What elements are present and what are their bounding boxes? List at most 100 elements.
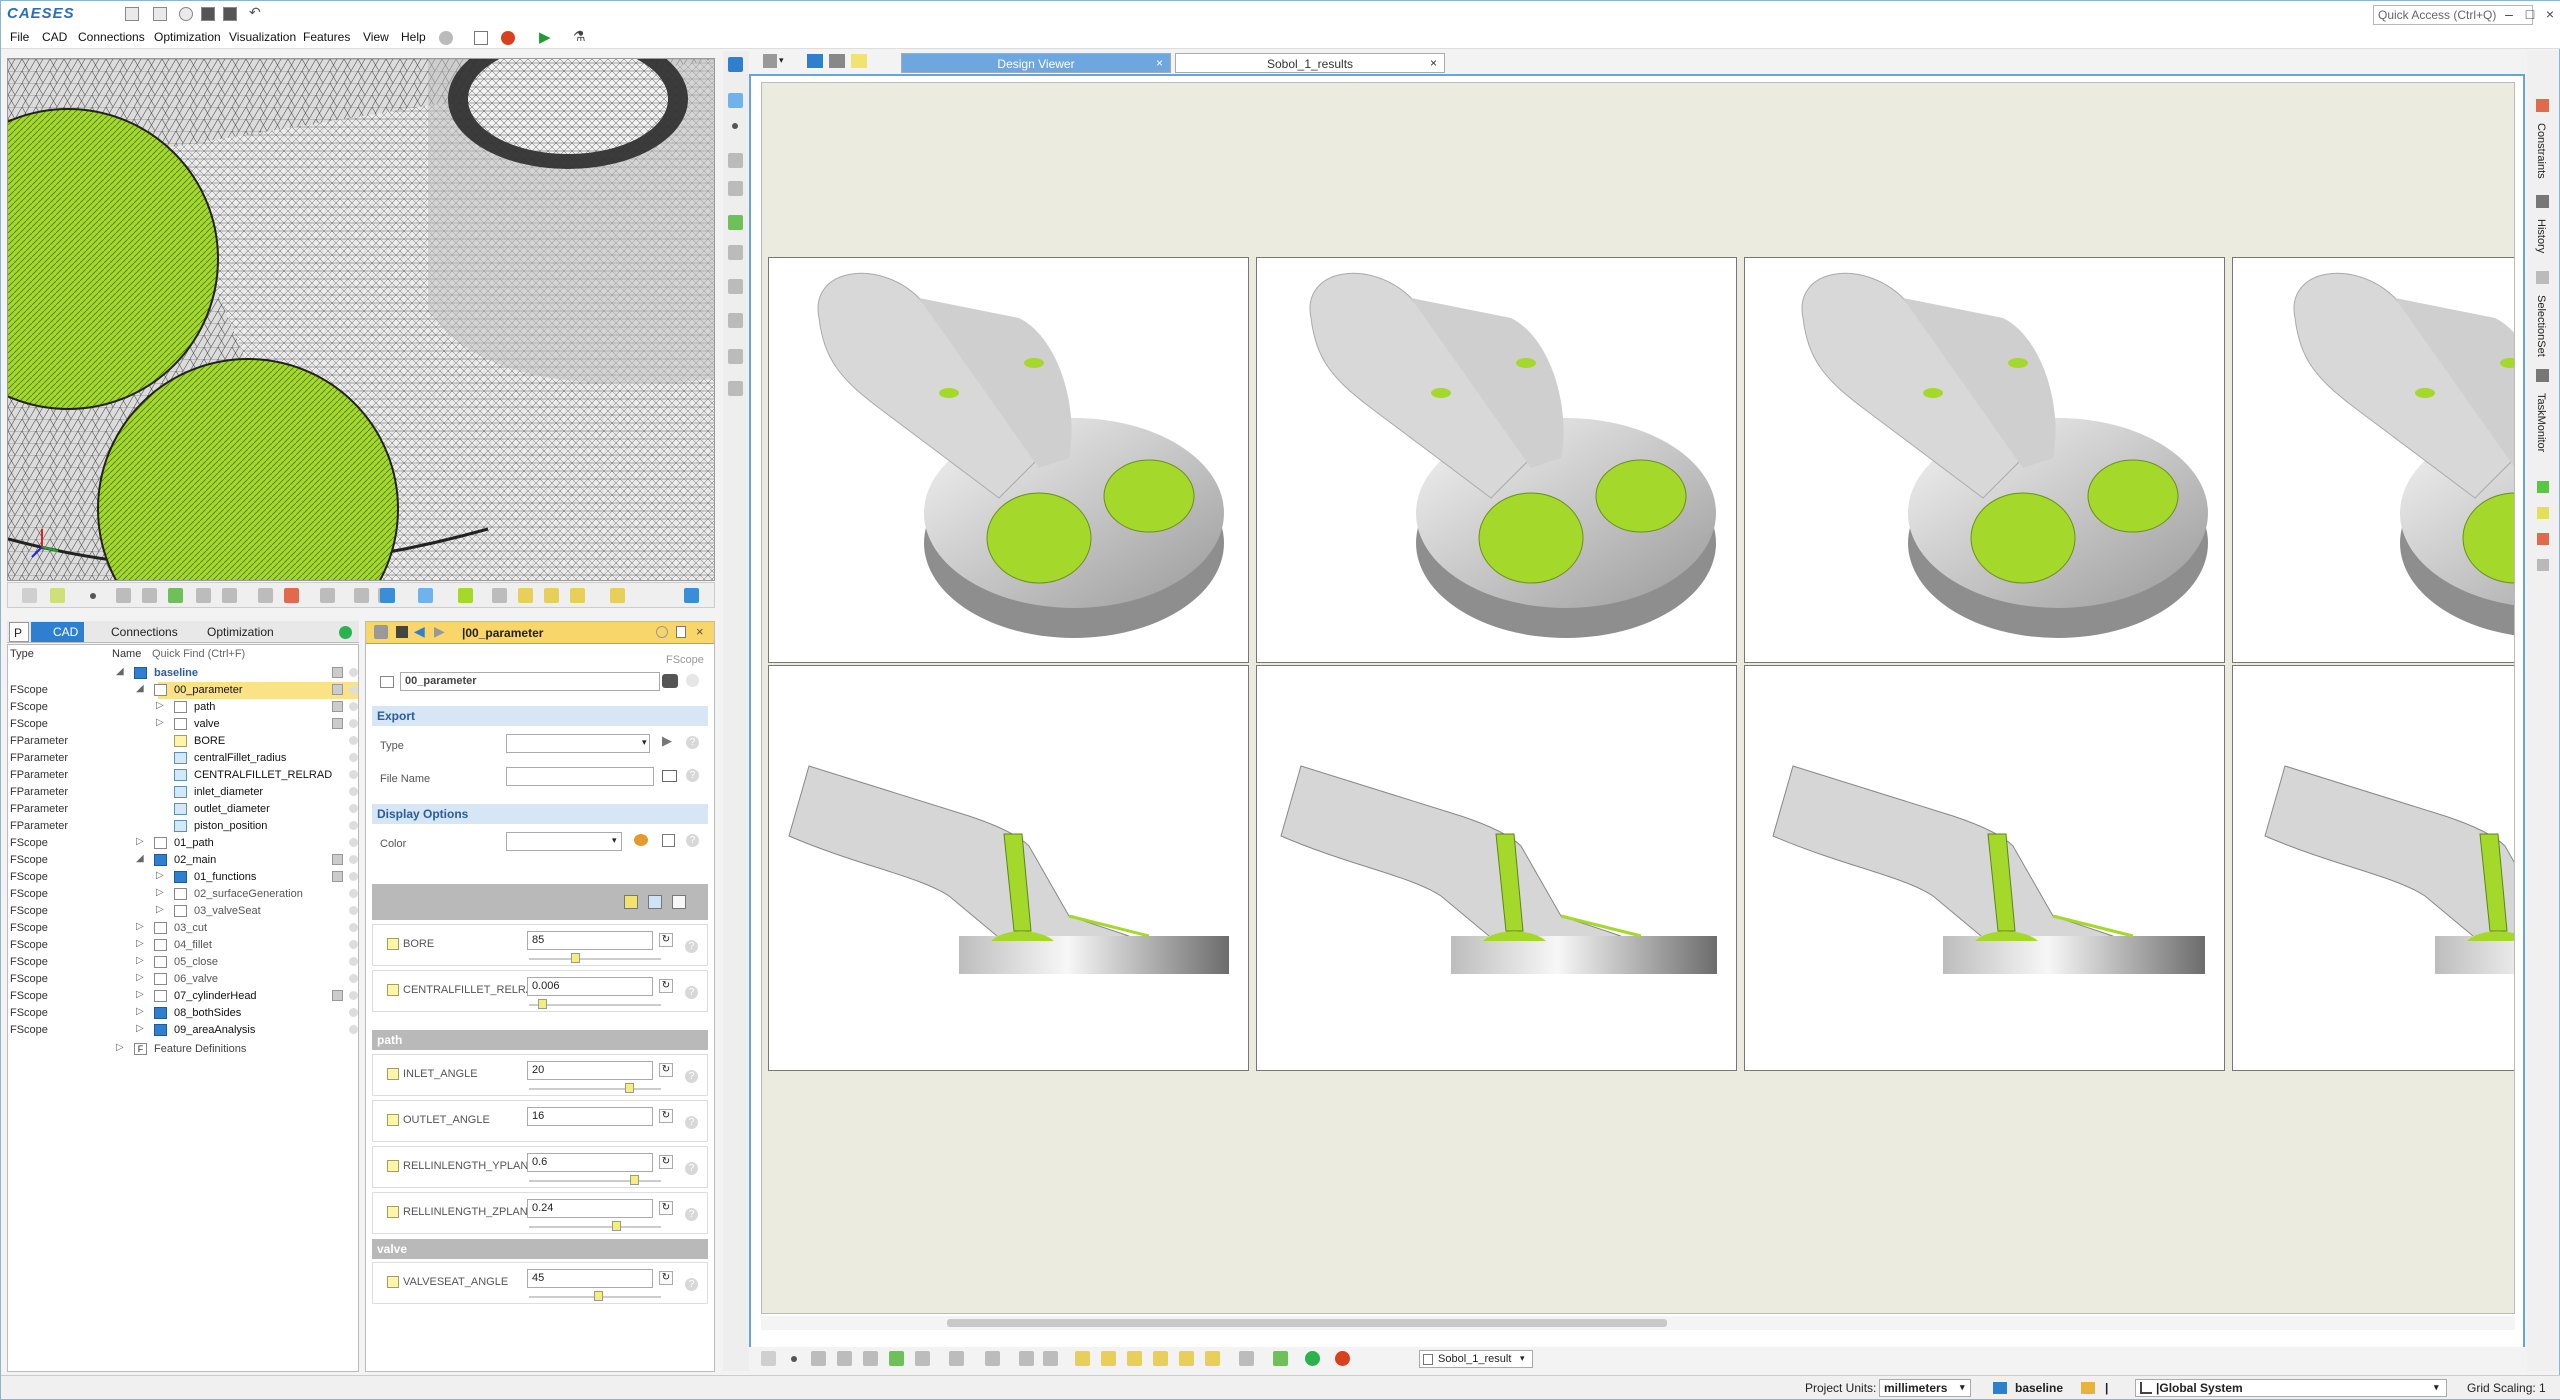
minimize-icon[interactable]: – — [2500, 5, 2518, 23]
expand-arrow-icon[interactable]: ▷ — [136, 972, 144, 983]
point-icon[interactable] — [732, 123, 738, 129]
tab-connections[interactable]: Connections — [89, 622, 184, 642]
slider-track[interactable] — [529, 1088, 661, 1090]
expand-arrow-icon[interactable]: ▷ — [156, 904, 164, 915]
curve-icon[interactable] — [811, 1351, 826, 1366]
point-icon[interactable] — [90, 593, 96, 599]
tab-selectionset[interactable]: SelectionSet — [2535, 295, 2547, 357]
slider-handle[interactable] — [594, 1291, 603, 1301]
collapse-arrow-icon[interactable]: ◢ — [136, 853, 144, 864]
help-icon[interactable]: ? — [686, 834, 699, 847]
visibility-toggle[interactable] — [332, 854, 343, 865]
monitor-icon[interactable] — [829, 54, 845, 68]
quick-find-input[interactable]: Quick Find (Ctrl+F) — [152, 648, 245, 660]
design-cell[interactable] — [768, 665, 1249, 1071]
edit-icon[interactable] — [662, 834, 675, 847]
menu-connections[interactable]: Connections — [78, 30, 145, 44]
export-section[interactable]: Export — [372, 706, 708, 726]
view-icon[interactable] — [761, 1351, 776, 1366]
close-icon[interactable]: × — [696, 624, 704, 639]
design-grid[interactable] — [761, 82, 2515, 1314]
tree-row[interactable]: FScope ▷ 01_functions — [8, 869, 358, 886]
tab-taskmonitor[interactable]: TaskMonitor — [2535, 393, 2547, 452]
scroll-thumb[interactable] — [947, 1319, 1667, 1327]
browse-folder-icon[interactable] — [662, 770, 677, 782]
tree-row[interactable]: FScope ▷ valve — [8, 716, 358, 733]
page-icon[interactable] — [676, 626, 686, 638]
tree-row[interactable]: FScope ◢ 02_main — [8, 852, 358, 869]
coordinate-system-select[interactable]: |Global System ▾ — [2135, 1379, 2447, 1397]
transform-icon[interactable] — [728, 381, 743, 396]
tree-row[interactable]: FParameter centralFillet_radius — [8, 750, 358, 767]
angle-icon[interactable] — [1043, 1351, 1058, 1366]
section-icon[interactable] — [728, 279, 743, 294]
valve-section[interactable]: valve — [372, 1239, 708, 1259]
viewer-icon[interactable] — [851, 54, 867, 68]
expand-arrow-icon[interactable]: ▷ — [156, 887, 164, 898]
file-name-input[interactable] — [506, 767, 654, 786]
axis-z-icon[interactable] — [570, 588, 585, 603]
path-section[interactable]: path — [372, 1030, 708, 1050]
layout-icon[interactable] — [763, 54, 777, 68]
tree-row[interactable]: FScope ▷ 04_fillet — [8, 937, 358, 954]
box-icon[interactable] — [492, 588, 507, 603]
menu-help[interactable]: Help — [401, 30, 426, 44]
expand-arrow-icon[interactable]: ▷ — [136, 989, 144, 1000]
tab-cad[interactable]: CAD — [31, 622, 85, 642]
param-edit-icon[interactable] — [672, 895, 686, 909]
tree-row-feature-definitions[interactable]: ▷ F Feature Definitions — [8, 1041, 358, 1058]
expand-arrow-icon[interactable]: ▷ — [136, 955, 144, 966]
help-icon[interactable]: ? — [685, 986, 698, 999]
open-icon[interactable] — [153, 7, 167, 21]
slider-handle[interactable] — [538, 999, 547, 1009]
chevron-down-icon[interactable]: ▾ — [642, 737, 647, 748]
undo-icon[interactable]: ↶ — [249, 4, 263, 20]
flask-icon[interactable]: ⚗ — [573, 28, 586, 45]
rotate-icon[interactable] — [1205, 1351, 1220, 1366]
display-options-section[interactable]: Display Options — [372, 804, 708, 824]
point-icon[interactable] — [791, 1356, 797, 1362]
collapse-arrow-icon[interactable]: ◢ — [136, 683, 144, 694]
tree-row[interactable]: FParameter inlet_diameter — [8, 784, 358, 801]
visibility-toggle[interactable] — [332, 718, 343, 729]
design-cell[interactable] — [1256, 665, 1737, 1071]
parameter-value-input[interactable]: 85 — [527, 931, 653, 950]
shield-icon[interactable] — [354, 588, 369, 603]
tab-p[interactable]: P — [9, 622, 30, 642]
palette-icon[interactable] — [634, 834, 648, 846]
help-icon[interactable]: ? — [685, 1162, 698, 1175]
curve-icon[interactable] — [728, 153, 743, 168]
type-select[interactable] — [506, 734, 650, 753]
folder-icon[interactable] — [2081, 1382, 2095, 1394]
tree-row[interactable]: FScope ◢ 00_parameter — [8, 682, 358, 699]
stop-square-icon[interactable] — [396, 626, 408, 638]
tab-history[interactable]: History — [2535, 219, 2547, 253]
param-view-icon[interactable] — [624, 895, 638, 909]
grid-icon[interactable] — [985, 1351, 1000, 1366]
tree-row[interactable]: FScope ▷ 02_surfaceGeneration — [8, 886, 358, 903]
axis-x-icon[interactable] — [1075, 1351, 1090, 1366]
axis-x-icon[interactable] — [518, 588, 533, 603]
reset-icon[interactable]: ↻ — [659, 979, 673, 993]
clip-icon[interactable] — [284, 588, 299, 603]
measure-icon[interactable] — [222, 588, 237, 603]
slider-track[interactable] — [529, 1226, 661, 1228]
surface-icon[interactable] — [837, 1351, 852, 1366]
shield-icon[interactable] — [1019, 1351, 1034, 1366]
reset-icon[interactable]: ↻ — [659, 1155, 673, 1169]
select-icon[interactable] — [380, 588, 395, 603]
forward-icon[interactable]: ▶ — [434, 623, 445, 640]
design-cell[interactable] — [2232, 665, 2514, 1071]
design-cell[interactable] — [1744, 257, 2225, 663]
units-select[interactable]: millimeters ▾ — [1879, 1379, 1971, 1397]
tree-row[interactable]: FScope ▷ 09_areaAnalysis — [8, 1022, 358, 1039]
tree-row[interactable]: FScope ▷ 03_valveSeat — [8, 903, 358, 920]
search-icon[interactable] — [656, 626, 668, 638]
help-icon[interactable]: ? — [686, 769, 699, 782]
help-icon[interactable]: ? — [685, 1116, 698, 1129]
visibility-toggle[interactable] — [332, 701, 343, 712]
close-window-icon[interactable]: × — [2541, 5, 2559, 23]
reset-icon[interactable]: ↻ — [659, 1063, 673, 1077]
design-cell[interactable] — [1256, 257, 1737, 663]
close-tab-icon[interactable]: × — [1430, 56, 1437, 70]
